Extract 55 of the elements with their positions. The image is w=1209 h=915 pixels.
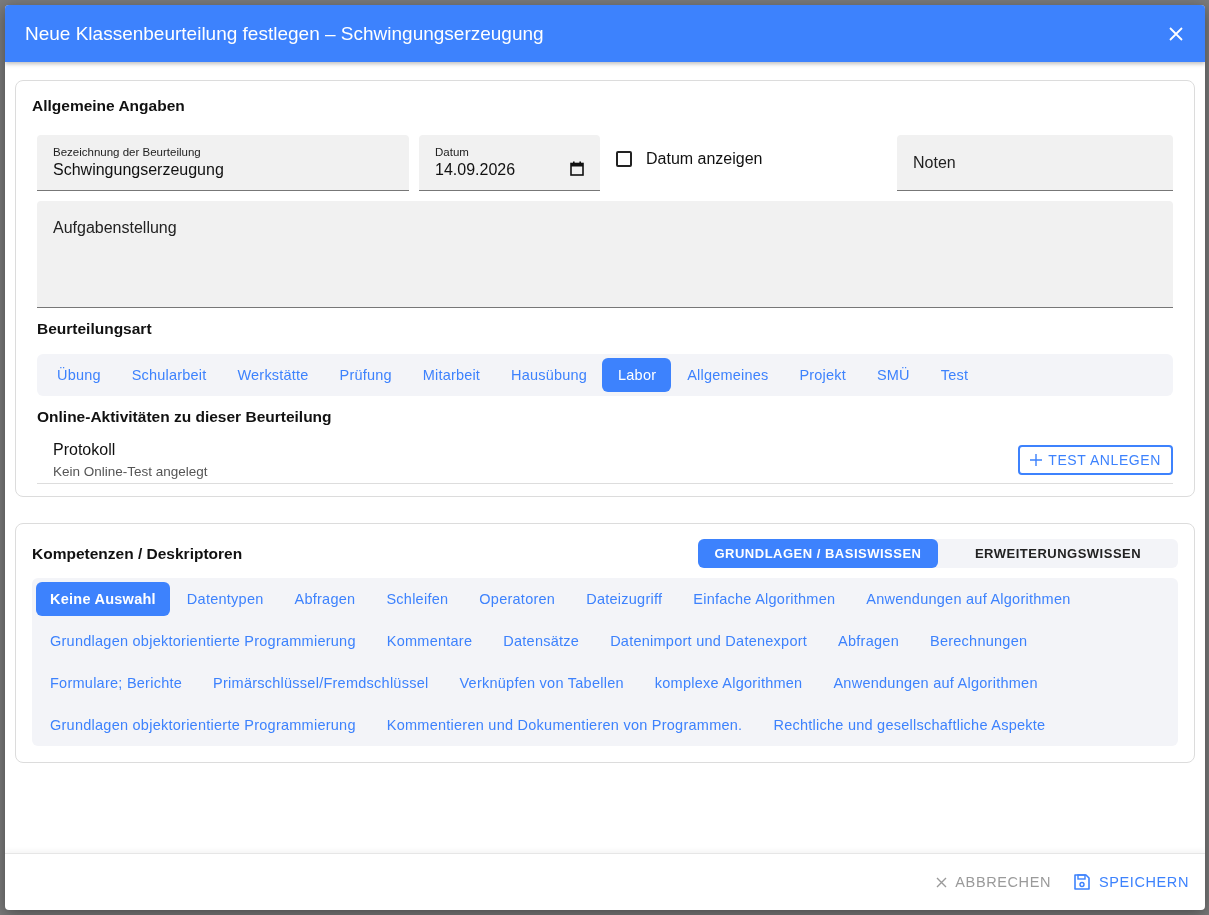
type-tab[interactable]: Werkstätte xyxy=(221,358,324,392)
descriptor-chip[interactable]: Verknüpfen von Tabellen xyxy=(445,666,638,700)
activity-title: Protokoll xyxy=(53,441,117,459)
name-field[interactable]: Bezeichnung der Beurteilung Schwingungserzeugung xyxy=(37,135,409,191)
type-tab[interactable]: Labor xyxy=(602,358,672,392)
descriptor-chip[interactable]: Datentypen xyxy=(172,582,278,616)
descriptor-chip[interactable]: Anwendungen auf Algorithmen xyxy=(819,666,1052,700)
descriptor-chip[interactable]: Formulare; Berichte xyxy=(36,666,197,700)
type-tab[interactable]: Schularbeit xyxy=(115,358,222,392)
dialog-title: Neue Klassenbeurteilung festlegen – Schwingungserzeugung xyxy=(25,22,544,45)
type-tab[interactable]: Hausübung xyxy=(495,358,603,392)
descriptor-chip[interactable]: Datensätze xyxy=(489,624,594,658)
level-tab[interactable]: ERWEITERUNGSWISSEN xyxy=(938,539,1178,568)
activity-subtitle: Kein Online-Test angelegt xyxy=(53,464,208,479)
type-tab[interactable]: Allgemeines xyxy=(671,358,784,392)
show-date-checkbox[interactable]: Datum anzeigen xyxy=(610,135,886,169)
section-heading: Kompetenzen / Deskriptoren xyxy=(32,544,243,563)
type-tab[interactable]: Test xyxy=(924,358,984,392)
task-field[interactable]: Aufgabenstellung xyxy=(37,201,1173,308)
descriptor-chip[interactable]: Grundlagen objektorientierte Programmierung xyxy=(36,624,370,658)
descriptor-chip[interactable]: Abfragen xyxy=(824,624,913,658)
descriptor-chip[interactable]: Primärschlüssel/Fremdschlüssel xyxy=(199,666,443,700)
type-tab[interactable]: Projekt xyxy=(783,358,861,392)
calendar-icon[interactable] xyxy=(570,161,584,176)
save-button[interactable]: SPEICHERN xyxy=(1071,869,1191,895)
type-tab[interactable]: SMÜ xyxy=(860,358,925,392)
create-test-button[interactable]: TEST ANLEGEN xyxy=(1018,445,1173,475)
close-icon xyxy=(936,876,948,888)
descriptor-chip[interactable]: Rechtliche und gesellschaftliche Aspekte xyxy=(759,708,1060,742)
descriptor-chip[interactable]: Dateizugriff xyxy=(572,582,677,616)
plus-icon xyxy=(1030,454,1043,466)
descriptor-chip[interactable]: Keine Auswahl xyxy=(36,582,170,616)
close-icon xyxy=(1169,26,1183,41)
level-tab[interactable]: GRUNDLAGEN / BASISWISSEN xyxy=(698,539,938,568)
type-tab[interactable]: Mitarbeit xyxy=(406,358,496,392)
section-heading: Beurteilungsart xyxy=(37,320,153,338)
descriptor-chip[interactable]: Anwendungen auf Algorithmen xyxy=(852,582,1085,616)
type-tab[interactable]: Prüfung xyxy=(323,358,407,392)
descriptor-chip[interactable]: Datenimport und Datenexport xyxy=(596,624,822,658)
section-heading: Allgemeine Angaben xyxy=(32,97,186,115)
date-field[interactable]: Datum 14.09.2026 xyxy=(419,135,600,191)
section-heading: Online-Aktivitäten zu dieser Beurteilung xyxy=(37,408,333,426)
descriptor-chip[interactable]: Schleifen xyxy=(372,582,463,616)
type-tab[interactable]: Übung xyxy=(41,358,116,392)
descriptor-chip[interactable]: Abfragen xyxy=(280,582,370,616)
grades-field[interactable]: Noten xyxy=(897,135,1173,191)
descriptor-chip[interactable]: komplexe Algorithmen xyxy=(640,666,817,700)
descriptor-chip[interactable]: Einfache Algorithmen xyxy=(679,582,850,616)
cancel-button[interactable]: ABBRECHEN xyxy=(934,870,1053,894)
descriptor-chip[interactable]: Operatoren xyxy=(465,582,570,616)
descriptor-chip[interactable]: Kommentare xyxy=(372,624,487,658)
descriptor-chip[interactable]: Berechnungen xyxy=(915,624,1042,658)
close-button[interactable] xyxy=(1167,24,1185,43)
descriptor-chip[interactable]: Kommentieren und Dokumentieren von Programmen. xyxy=(372,708,757,742)
descriptor-chip[interactable]: Grundlagen objektorientierte Programmierung xyxy=(36,708,370,742)
